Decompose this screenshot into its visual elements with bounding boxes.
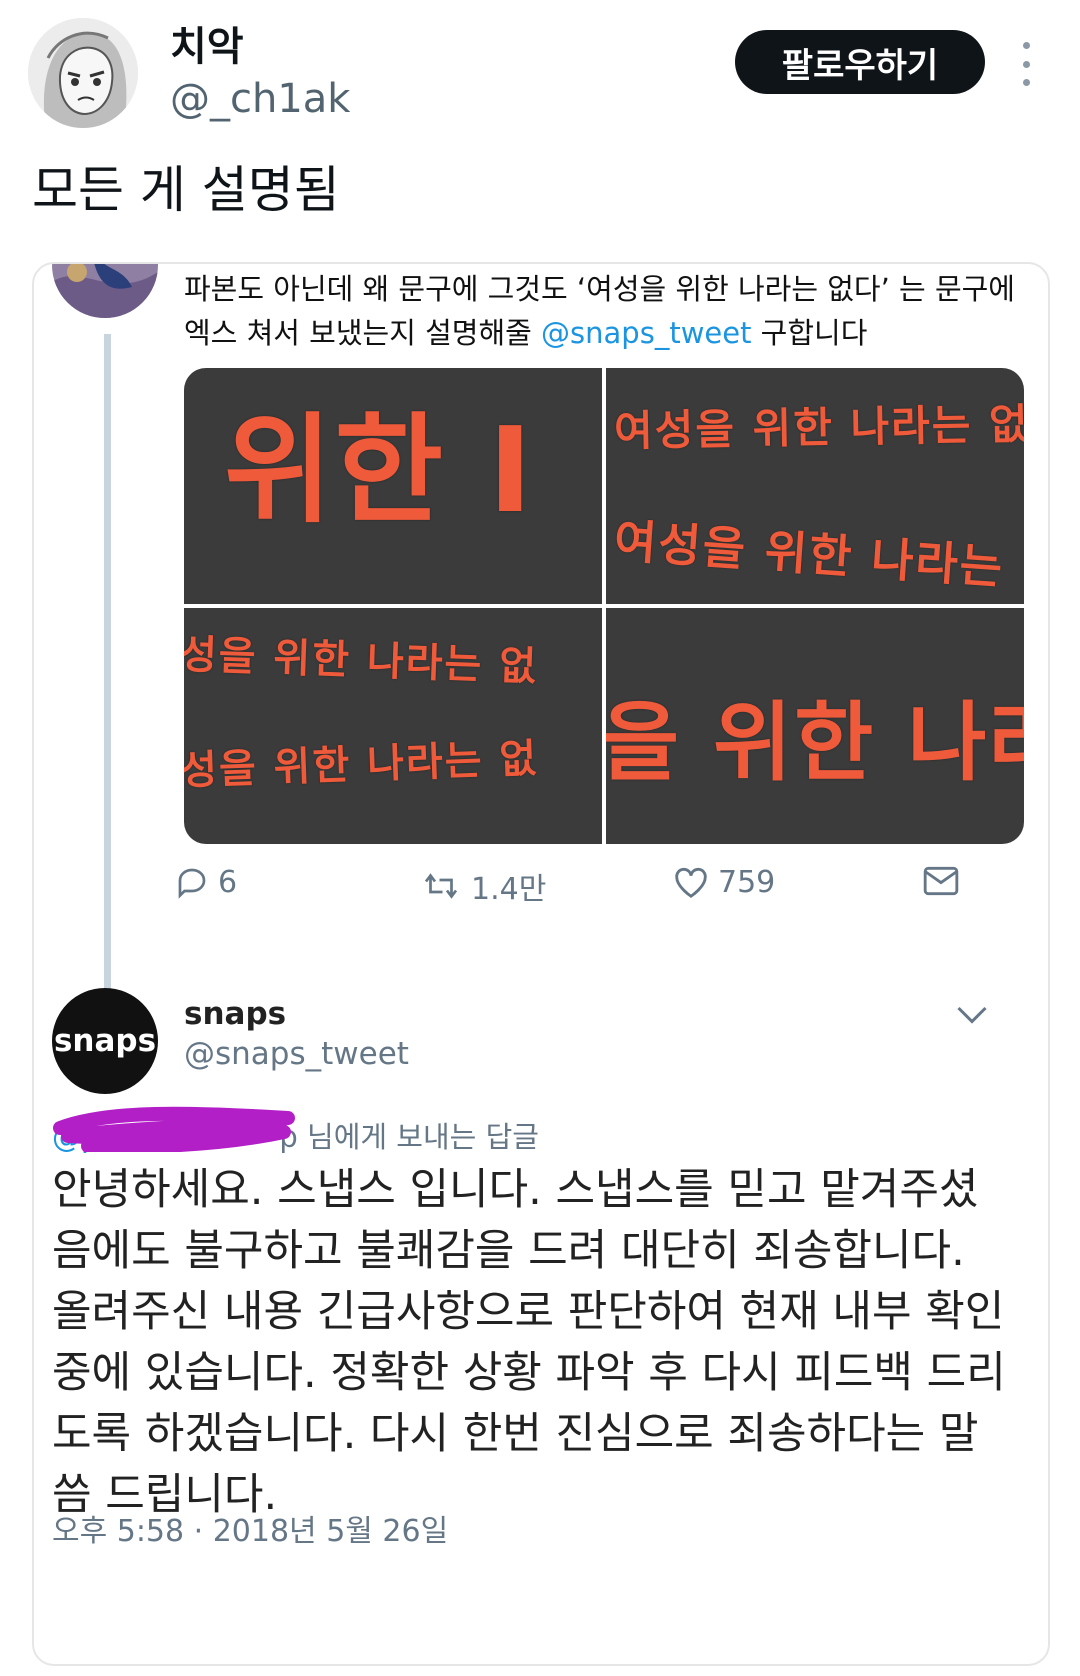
- author-handle[interactable]: @_ch1ak: [170, 76, 350, 122]
- retweet-count: 1.4만: [471, 872, 547, 907]
- original-post-text: 파본도 아닌데 왜 문구에 그것도 ‘여성을 위한 나라는 없다’ 는 문구에 …: [184, 272, 1015, 350]
- reply-timestamp[interactable]: 오후 5:58 · 2018년 5월 26일: [52, 1506, 448, 1550]
- snaps-avatar[interactable]: snaps: [52, 988, 158, 1094]
- reply-action[interactable]: 6: [174, 864, 237, 900]
- banner-image-2[interactable]: 여성을 위한 나라는 없 여성을 위한 나라는: [606, 368, 1024, 604]
- retweet-icon: [424, 873, 458, 899]
- redaction-scribble: [53, 1106, 295, 1152]
- reply-author-handle[interactable]: @snaps_tweet: [184, 1036, 409, 1072]
- reply-author-name[interactable]: snaps: [184, 996, 286, 1032]
- like-count: 759: [718, 864, 776, 900]
- reply-count: 6: [218, 864, 238, 900]
- embedded-screenshot: 파본도 아닌데 왜 문구에 그것도 ‘여성을 위한 나라는 없다’ 는 문구에 …: [32, 262, 1050, 1666]
- chevron-down-icon[interactable]: [954, 999, 990, 1029]
- mention-link[interactable]: @snaps_tweet: [541, 316, 751, 350]
- banner-image-1[interactable]: 위한 I: [184, 368, 602, 604]
- dm-action[interactable]: [922, 864, 960, 898]
- reply-icon: [178, 868, 206, 899]
- reply-body: 안녕하세요. 스냅스 입니다. 스냅스를 믿고 맡겨주셨음에도 불구하고 불쾌감…: [52, 1165, 1006, 1520]
- image-grid[interactable]: 위한 I 여성을 위한 나라는 없 여성을 위한 나라는 성을 위한 나라는 없…: [184, 368, 1024, 844]
- banner-text: 성을 위한 나라는 없: [184, 735, 540, 795]
- thread-line: [104, 334, 111, 989]
- tweet-actions: 6 1.4만 759: [178, 864, 1048, 924]
- dm-icon: [923, 866, 959, 896]
- banner-text: 성을 위한 나라는 없: [184, 631, 539, 691]
- like-action[interactable]: 759: [672, 864, 775, 900]
- banner-image-3[interactable]: 성을 위한 나라는 없 성을 위한 나라는 없: [184, 608, 602, 844]
- more-vertical-icon[interactable]: [1014, 42, 1038, 86]
- banner-text: 여성을 위한 나라는 없: [613, 399, 1024, 456]
- original-poster-avatar: [52, 264, 158, 318]
- banner-image-4[interactable]: 을 위한 나라: [606, 608, 1024, 844]
- tweet-text: 모든 게 설명됨: [32, 161, 340, 219]
- snaps-logo-text: snaps: [53, 1023, 157, 1059]
- banner-text: 을 위한 나라: [606, 693, 1024, 793]
- author-avatar[interactable]: [28, 18, 138, 128]
- like-icon: [675, 867, 707, 898]
- banner-text: 위한 I: [224, 401, 535, 539]
- banner-text: 여성을 위한 나라는: [612, 513, 1006, 595]
- follow-button[interactable]: 팔로우하기: [735, 30, 985, 94]
- retweet-action[interactable]: 1.4만: [419, 864, 546, 908]
- author-name[interactable]: 치악: [170, 14, 244, 72]
